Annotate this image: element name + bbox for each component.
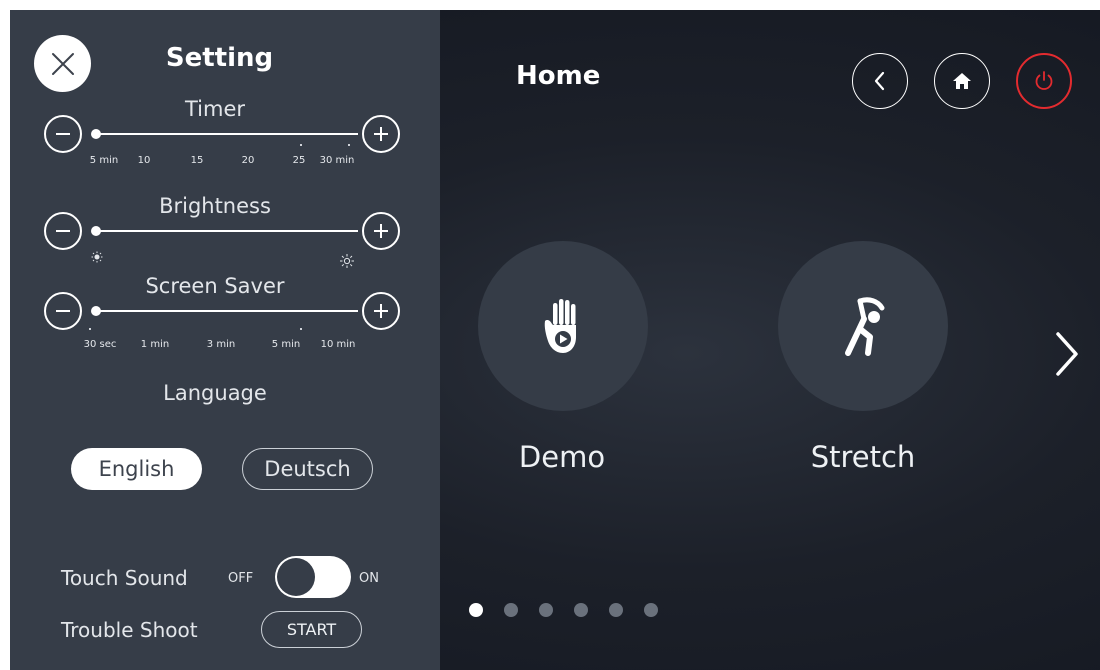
toggle-knob <box>277 558 315 596</box>
demo-label: Demo <box>518 440 606 474</box>
brightness-minus-button[interactable] <box>44 212 82 250</box>
next-page-button[interactable] <box>1048 328 1088 380</box>
language-deutsch-button[interactable]: Deutsch <box>242 448 373 490</box>
touch-sound-on-label: ON <box>359 571 379 586</box>
trouble-shoot-start-button[interactable]: START <box>261 611 362 648</box>
screen-saver-tick-label: 1 min <box>140 339 170 350</box>
power-button[interactable] <box>1016 53 1072 109</box>
timer-tick-label: 25 <box>292 155 306 166</box>
timer-tick-label: 20 <box>241 155 255 166</box>
chevron-right-icon <box>1056 332 1078 376</box>
power-icon <box>1035 71 1053 90</box>
minus-icon <box>56 310 70 312</box>
stretch-tile[interactable] <box>778 241 948 411</box>
brightness-plus-button[interactable] <box>362 212 400 250</box>
timer-tick-mark <box>348 144 350 146</box>
page-indicator-dot[interactable] <box>539 603 553 617</box>
timer-slider-knob[interactable] <box>91 129 101 139</box>
page-title: Home <box>516 61 601 91</box>
page-indicator-dot[interactable] <box>644 603 658 617</box>
screen-saver-minus-button[interactable] <box>44 292 82 330</box>
brightness-slider-knob[interactable] <box>91 226 101 236</box>
touch-sound-toggle[interactable] <box>275 556 351 598</box>
chevron-left-icon <box>874 71 885 91</box>
stretch-label: Stretch <box>810 440 916 474</box>
screen-saver-tick-label: 10 min <box>320 339 356 350</box>
stretch-person-icon <box>845 297 885 356</box>
brightness-high-icon <box>340 254 354 268</box>
page-indicator-dot[interactable] <box>574 603 588 617</box>
home-button[interactable] <box>934 53 990 109</box>
timer-tick-mark <box>300 144 302 146</box>
trouble-shoot-label: Trouble Shoot <box>61 618 198 642</box>
timer-plus-button[interactable] <box>362 115 400 153</box>
screen-saver-tick-mark <box>89 328 91 330</box>
plus-icon <box>374 127 388 141</box>
screen-saver-tick-label: 30 sec <box>83 339 117 350</box>
timer-tick-label: 30 min <box>319 155 355 166</box>
page-indicator-dot[interactable] <box>469 603 483 617</box>
plus-icon <box>374 304 388 318</box>
home-icon <box>953 73 971 89</box>
timer-slider-track[interactable] <box>95 133 358 135</box>
touch-sound-label: Touch Sound <box>61 566 188 590</box>
screen-saver-slider-knob[interactable] <box>91 306 101 316</box>
settings-title: Setting <box>165 43 274 73</box>
app-screen: Setting Timer 5 min 10 15 20 25 30 min B… <box>10 10 1100 670</box>
brightness-low-icon <box>91 251 103 263</box>
minus-icon <box>56 230 70 232</box>
plus-icon <box>374 224 388 238</box>
settings-panel: Setting Timer 5 min 10 15 20 25 30 min B… <box>10 10 440 670</box>
page-indicator-dot[interactable] <box>504 603 518 617</box>
page-indicator-dot[interactable] <box>609 603 623 617</box>
touch-sound-off-label: OFF <box>228 571 254 586</box>
timer-tick-label: 10 <box>137 155 151 166</box>
back-button[interactable] <box>852 53 908 109</box>
hand-play-icon <box>544 299 576 353</box>
language-english-button[interactable]: English <box>71 448 202 490</box>
screen-saver-plus-button[interactable] <box>362 292 400 330</box>
minus-icon <box>56 133 70 135</box>
screen-saver-tick-label: 5 min <box>271 339 301 350</box>
screen-saver-slider-track[interactable] <box>95 310 358 312</box>
timer-tick-label: 15 <box>190 155 204 166</box>
screen-saver-tick-mark <box>300 328 302 330</box>
language-label: Language <box>163 381 267 405</box>
timer-minus-button[interactable] <box>44 115 82 153</box>
brightness-slider-track[interactable] <box>95 230 358 232</box>
timer-tick-label: 5 min <box>89 155 119 166</box>
screen-saver-tick-label: 3 min <box>206 339 236 350</box>
demo-tile[interactable] <box>478 241 648 411</box>
